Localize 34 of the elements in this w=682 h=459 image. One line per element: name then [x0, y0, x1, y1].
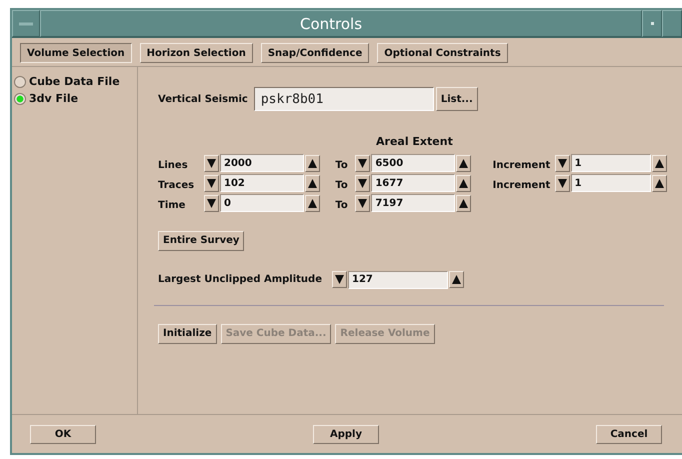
tab[interactable]: Volume Selection: [20, 43, 132, 63]
dialog-button[interactable]: Cancel: [596, 424, 662, 444]
dialog-button[interactable]: OK: [30, 424, 96, 444]
list-button[interactable]: List...: [436, 87, 478, 111]
number-field[interactable]: 0: [220, 194, 304, 212]
field-label: Vertical Seismic: [158, 94, 248, 104]
tab[interactable]: Snap/Confidence: [260, 43, 370, 63]
dialog-button[interactable]: Apply: [313, 424, 379, 444]
number-field[interactable]: 127: [348, 270, 448, 288]
number-field[interactable]: 1: [570, 174, 651, 192]
increment-label: Increment: [492, 178, 552, 190]
to-label: To: [335, 198, 349, 210]
row-label: Traces: [158, 178, 196, 190]
radio-label: 3dv File: [29, 92, 78, 105]
to-label: To: [335, 178, 349, 190]
seismic-field[interactable]: pskr8b01: [254, 87, 434, 111]
entire-survey-button[interactable]: Entire Survey: [158, 230, 244, 250]
to-label: To: [335, 158, 349, 170]
number-field[interactable]: 102: [220, 174, 304, 192]
number-field[interactable]: 7197: [371, 194, 456, 212]
action-button[interactable]: Initialize: [158, 324, 217, 344]
tab[interactable]: Optional Constraints: [377, 43, 508, 63]
number-field[interactable]: 1677: [371, 174, 456, 192]
radio-label: Cube Data File: [29, 75, 120, 88]
number-field[interactable]: 1: [570, 154, 651, 172]
field-label: Largest Unclipped Amplitude: [158, 274, 322, 285]
tab[interactable]: Horizon Selection: [140, 43, 253, 63]
row-label: Time: [158, 198, 186, 210]
increment-label: Increment: [492, 158, 552, 170]
number-field[interactable]: 2000: [220, 154, 304, 172]
number-field[interactable]: 6500: [371, 154, 456, 172]
row-label: Lines: [158, 158, 189, 170]
section-heading: Areal Extent: [376, 135, 454, 148]
window-title: Controls: [300, 14, 364, 32]
